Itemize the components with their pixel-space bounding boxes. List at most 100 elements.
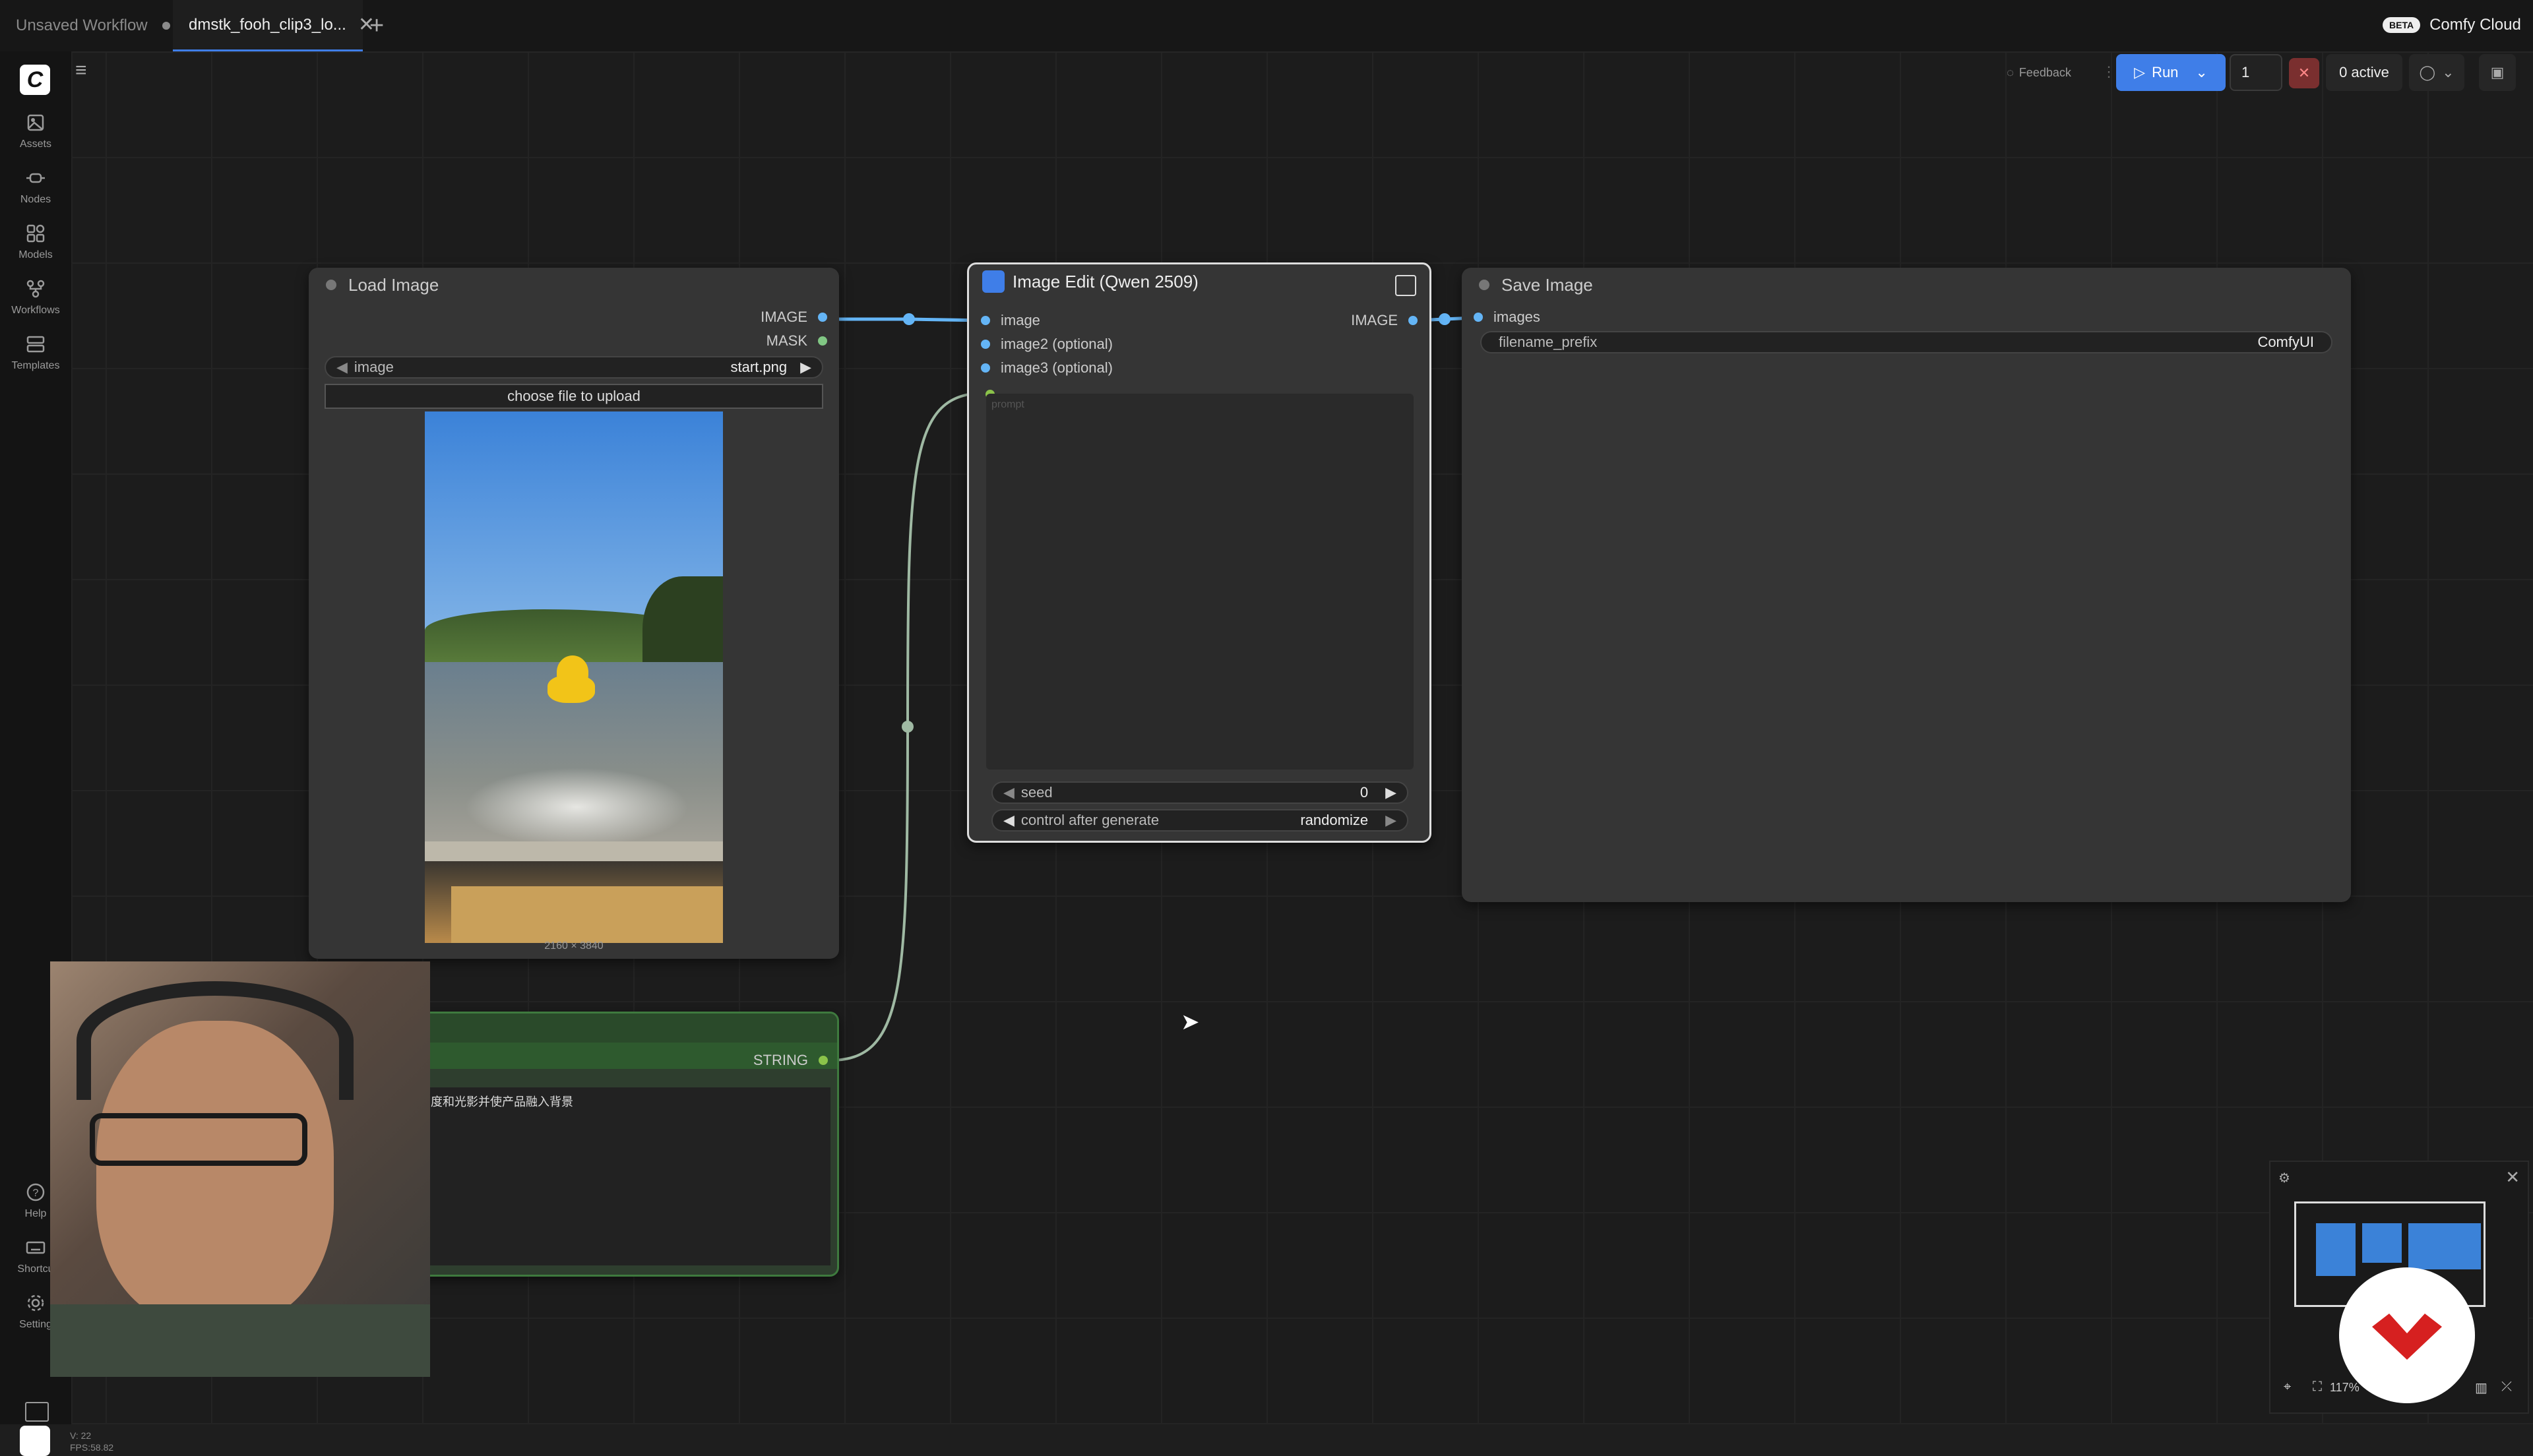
input-image[interactable]: image xyxy=(981,312,1040,329)
arrow-left-icon[interactable]: ◀ xyxy=(336,359,348,376)
minimap-settings-icon[interactable]: ⚙ xyxy=(2278,1170,2290,1186)
chat-icon: ◌ xyxy=(2007,65,2014,79)
cancel-queue-button[interactable]: ✕ xyxy=(2289,58,2319,88)
node-title: Save Image xyxy=(1501,274,1593,295)
collapse-dot-icon[interactable] xyxy=(326,280,336,290)
sidebar-item-workflows[interactable]: Workflows xyxy=(0,278,71,317)
sidebar-item-label: Workflows xyxy=(11,305,60,316)
expand-subgraph-icon[interactable] xyxy=(1395,275,1416,296)
string-textarea[interactable]: 品透视角度和光影并使产品融入背景 xyxy=(378,1087,830,1265)
node-title-bar[interactable]: t xyxy=(371,1014,837,1043)
shirt xyxy=(50,1304,430,1377)
user-icon: ◯ xyxy=(2419,64,2436,80)
slot-label: images xyxy=(1493,309,1540,325)
chevron-down-icon[interactable]: ⌄ xyxy=(2195,64,2207,81)
output-dot-icon[interactable] xyxy=(819,1056,828,1065)
save-image-node[interactable]: Save Image images filename_prefix ComfyU… xyxy=(1462,268,2351,902)
node-title-bar[interactable]: Save Image xyxy=(1462,268,2351,302)
slot-label: STRING xyxy=(753,1052,808,1068)
collapse-dot-icon[interactable] xyxy=(1479,280,1489,290)
output-image[interactable]: IMAGE xyxy=(1351,312,1418,329)
output-mask[interactable]: MASK xyxy=(766,332,827,349)
webcam-overlay xyxy=(50,961,430,1377)
headphones xyxy=(77,981,354,1100)
panel-layout-icon[interactable]: ▣ xyxy=(2479,54,2516,91)
select-tool-icon[interactable]: ⌖ xyxy=(2284,1380,2291,1395)
active-label: 0 active xyxy=(2339,64,2389,80)
output-dot-icon[interactable] xyxy=(818,313,827,322)
feedback-button[interactable]: ◌ Feedback xyxy=(1995,54,2083,91)
map-toggle-icon[interactable]: ▥ xyxy=(2475,1380,2487,1396)
node-title-bar[interactable]: Load Image xyxy=(309,268,839,302)
widget-value: ComfyUI xyxy=(2257,334,2314,350)
mouse-cursor-icon: ➤ xyxy=(1181,1010,1200,1035)
brand-label: Comfy Cloud xyxy=(2429,16,2521,34)
comfy-logo[interactable]: C xyxy=(20,65,50,95)
image-dimensions: 2160 × 3840 xyxy=(544,940,604,952)
input-dot-icon[interactable] xyxy=(1474,313,1483,322)
filename-prefix-widget[interactable]: filename_prefix ComfyUI xyxy=(1480,331,2332,353)
widget-value: 0 xyxy=(1360,784,1369,801)
arrow-left-icon[interactable]: ◀ xyxy=(1003,812,1015,829)
input-dot-icon[interactable] xyxy=(981,340,990,349)
user-menu-button[interactable]: ◯ ⌄ xyxy=(2409,54,2464,91)
input-image2[interactable]: image2 (optional) xyxy=(981,336,1113,353)
arrow-left-icon[interactable]: ◀ xyxy=(1003,784,1015,801)
arrow-right-icon[interactable]: ▶ xyxy=(1385,784,1396,801)
upload-button[interactable]: choose file to upload xyxy=(325,384,823,409)
sidebar-item-templates[interactable]: Templates xyxy=(0,334,71,372)
close-icon[interactable]: ✕ xyxy=(2505,1167,2520,1188)
minimap-panel[interactable]: ⚙ ✕ ⌖ ⛶ 117% ▥ ⤫ xyxy=(2269,1161,2529,1414)
sidebar-item-assets[interactable]: Assets xyxy=(0,112,71,150)
output-image[interactable]: IMAGE xyxy=(761,309,827,326)
image-edit-node[interactable]: Image Edit (Qwen 2509) image image2 (opt… xyxy=(967,262,1431,843)
beta-badge: BETA xyxy=(2383,17,2421,33)
link-visibility-icon[interactable]: ⤫ xyxy=(2501,1380,2512,1395)
sidebar-item-label: Help xyxy=(24,1208,47,1219)
arrow-right-icon[interactable]: ▶ xyxy=(800,359,811,376)
output-dot-icon[interactable] xyxy=(818,336,827,346)
node-title-bar[interactable]: Image Edit (Qwen 2509) xyxy=(969,264,1429,299)
widget-value: randomize xyxy=(1300,812,1369,828)
app-logo-badge xyxy=(2339,1267,2475,1403)
arrow-right-icon[interactable]: ▶ xyxy=(1385,812,1396,829)
prompt-textarea[interactable]: prompt xyxy=(986,394,1414,770)
active-jobs-indicator[interactable]: 0 active xyxy=(2326,54,2402,91)
node-title: Image Edit (Qwen 2509) xyxy=(1013,271,1199,291)
workflows-app-icon[interactable] xyxy=(20,1426,50,1456)
queue-count-stepper[interactable]: 1 xyxy=(2230,54,2282,91)
sidebar-item-nodes[interactable]: Nodes xyxy=(0,167,71,206)
widget-label: image xyxy=(354,359,394,375)
zoom-level[interactable]: 117% xyxy=(2330,1381,2360,1395)
input-dot-icon[interactable] xyxy=(981,316,990,325)
fit-view-icon[interactable]: ⛶ xyxy=(2313,1380,2322,1395)
new-tab-plus-icon[interactable]: + xyxy=(369,12,384,40)
seed-widget[interactable]: ◀ seed 0 ▶ xyxy=(991,781,1408,804)
output-dot-icon[interactable] xyxy=(1408,316,1418,325)
input-image3[interactable]: image3 (optional) xyxy=(981,359,1113,377)
chevron-down-icon: ⌄ xyxy=(2442,64,2455,80)
tab-unsaved-workflow[interactable]: Unsaved Workflow xyxy=(0,0,186,51)
sidebar-item-label: Templates xyxy=(11,360,60,371)
run-label: Run xyxy=(2152,64,2179,80)
panel-toggle-icon[interactable] xyxy=(25,1402,49,1422)
slot-label: image3 (optional) xyxy=(1001,359,1113,376)
version-label: V: 22 xyxy=(70,1430,92,1441)
tab-current-workflow[interactable]: dmstk_fooh_clip3_lo... ✕ xyxy=(173,0,375,51)
prompt-placeholder: prompt xyxy=(991,399,1024,410)
input-images[interactable]: images xyxy=(1474,309,1540,326)
upload-label: choose file to upload xyxy=(507,388,641,404)
widget-label: filename_prefix xyxy=(1499,334,1598,350)
text-string-node[interactable]: t STRING 品透视角度和光影并使产品融入背景 xyxy=(369,1012,839,1277)
load-image-node[interactable]: Load Image IMAGE MASK ◀ image start.png … xyxy=(309,268,839,959)
menu-icon[interactable]: ≡ xyxy=(75,59,87,82)
sidebar-item-models[interactable]: Models xyxy=(0,223,71,261)
input-dot-icon[interactable] xyxy=(981,363,990,373)
image-combo-widget[interactable]: ◀ image start.png ▶ xyxy=(325,356,823,379)
tab-label: dmstk_fooh_clip3_lo... xyxy=(189,15,346,34)
run-button[interactable]: ▷ Run ⌄ xyxy=(2116,54,2226,91)
node-title: Load Image xyxy=(348,274,439,295)
workflows-icon xyxy=(26,280,45,298)
control-after-generate-widget[interactable]: ◀ control after generate randomize ▶ xyxy=(991,809,1408,832)
output-string[interactable]: STRING xyxy=(753,1052,828,1069)
